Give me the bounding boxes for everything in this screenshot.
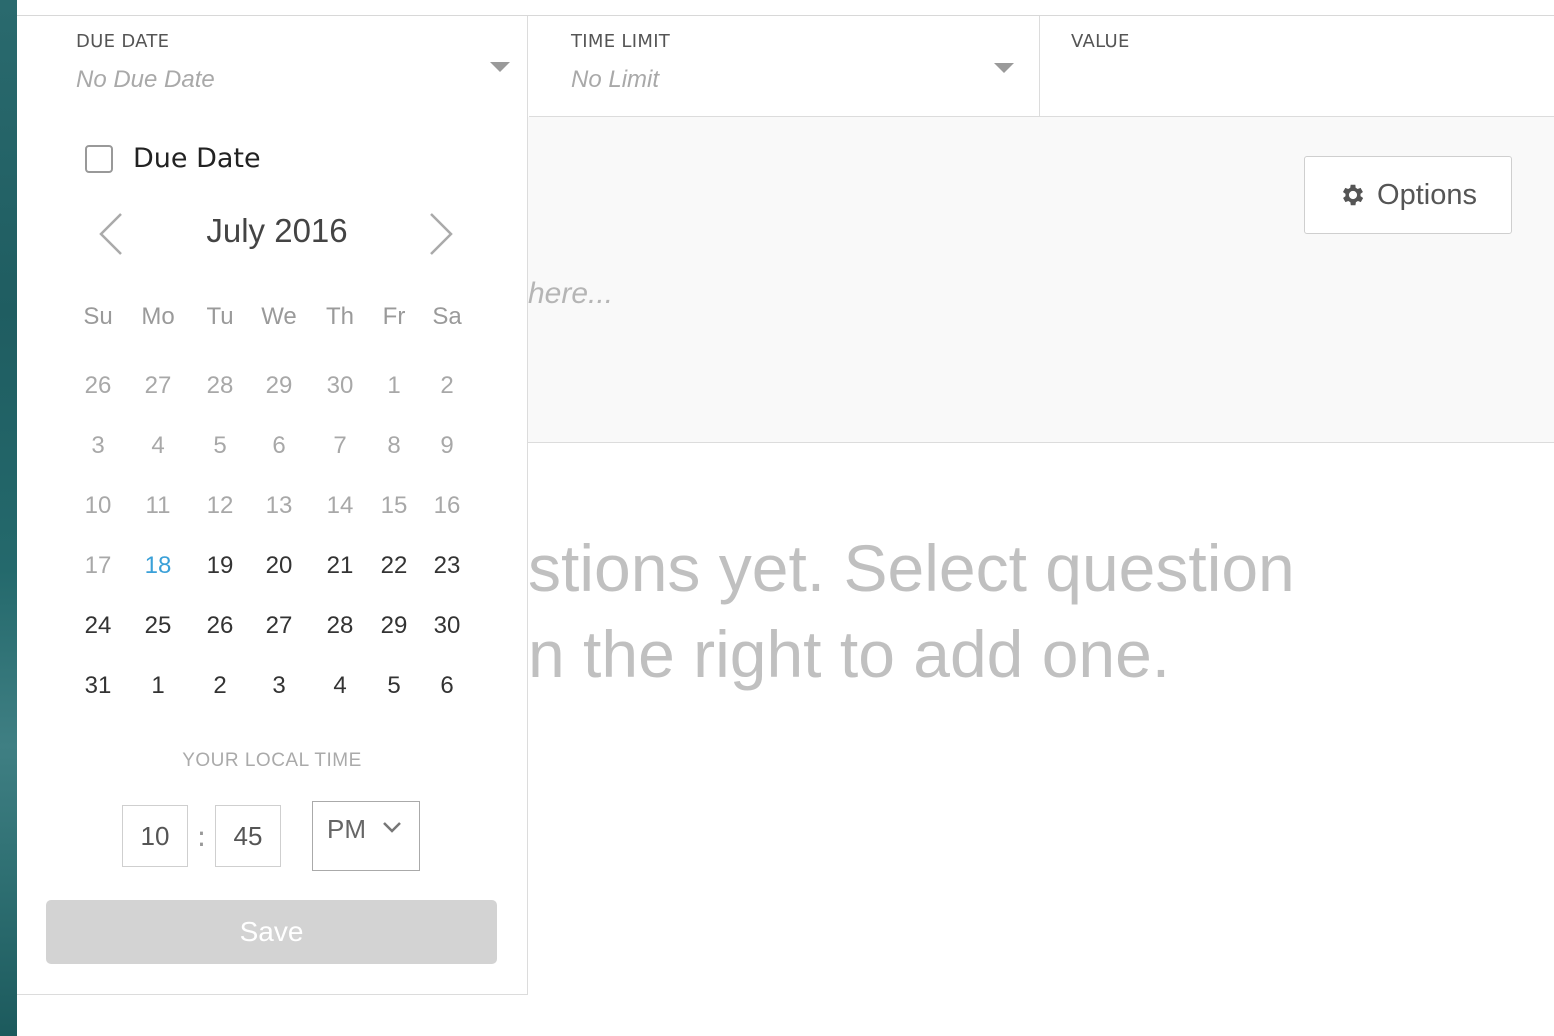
- calendar-week-row: 31 1 2 3 4 5 6: [75, 656, 473, 716]
- calendar-day-disabled: 7: [333, 432, 347, 459]
- calendar-day-disabled: 10: [84, 492, 112, 519]
- due-date-label: DUE DATE: [76, 31, 170, 52]
- calendar-week-row: 10 11 12 13 14 15 16: [75, 476, 473, 536]
- due-date-checkbox-label: Due Date: [133, 143, 261, 174]
- calendar-day[interactable]: 2: [195, 672, 245, 700]
- due-date-dropdown: DUE DATE No Due Date Due Date July 2016 …: [17, 16, 528, 995]
- minute-input[interactable]: 45: [215, 805, 281, 867]
- calendar-day[interactable]: 24: [75, 612, 121, 640]
- calendar-day-disabled: 5: [213, 432, 227, 459]
- calendar-day[interactable]: 4: [313, 672, 367, 700]
- description-panel: Options here...: [528, 117, 1554, 443]
- weekday-header: Sa: [432, 303, 462, 330]
- calendar-day-disabled: 8: [387, 432, 401, 459]
- calendar-day-disabled: 1: [387, 372, 401, 399]
- calendar-day-disabled: 2: [440, 372, 454, 399]
- empty-message-line-1: stions yet. Select question: [528, 531, 1295, 605]
- hour-input[interactable]: 10: [122, 805, 188, 867]
- calendar-day-disabled: 28: [206, 372, 234, 399]
- due-date-checkbox-row[interactable]: Due Date: [85, 143, 261, 174]
- calendar-day-disabled: 4: [151, 432, 165, 459]
- weekday-header: Mo: [141, 303, 175, 330]
- calendar-day-disabled: 6: [272, 432, 286, 459]
- weekday-header: Su: [83, 303, 113, 330]
- background-left-edge: [0, 0, 17, 1036]
- value-label: VALUE: [1071, 31, 1130, 52]
- description-placeholder[interactable]: here...: [528, 277, 613, 311]
- calendar-week-row: 17 18 19 20 21 22 23: [75, 536, 473, 596]
- time-limit-label: TIME LIMIT: [571, 31, 671, 52]
- due-date-value[interactable]: No Due Date: [76, 66, 215, 94]
- weekday-header: Fr: [382, 303, 406, 330]
- value-field[interactable]: VALUE: [1040, 16, 1554, 117]
- calendar-day[interactable]: 19: [195, 552, 245, 580]
- next-month-icon[interactable]: [417, 212, 457, 256]
- calendar-day[interactable]: 5: [367, 672, 421, 700]
- local-time-label: YOUR LOCAL TIME: [182, 750, 362, 771]
- month-navigation: July 2016: [77, 212, 477, 262]
- calendar-day-disabled: 15: [380, 492, 408, 519]
- calendar-day-disabled: 17: [84, 552, 112, 579]
- calendar-spacer: [75, 338, 473, 356]
- calendar-day[interactable]: 27: [245, 612, 313, 640]
- due-date-checkbox[interactable]: [85, 144, 113, 173]
- calendar-day[interactable]: 31: [75, 672, 121, 700]
- calendar-day-disabled: 12: [206, 492, 234, 519]
- save-button[interactable]: Save: [46, 900, 497, 964]
- calendar-grid: Su Mo Tu We Th Fr Sa 26 27 28 29 30 1 2 3 4 5 6 7 8 9 10 11 12 1…: [75, 296, 473, 716]
- calendar-day-disabled: 14: [326, 492, 354, 519]
- chevron-down-icon: [383, 822, 401, 833]
- empty-message-line-2: n the right to add one.: [528, 617, 1171, 691]
- options-label: Options: [1377, 178, 1477, 211]
- calendar-day[interactable]: 21: [313, 552, 367, 580]
- calendar-day[interactable]: 28: [313, 612, 367, 640]
- ampm-select[interactable]: PM: [312, 801, 420, 871]
- calendar-week-row: 3 4 5 6 7 8 9: [75, 416, 473, 476]
- calendar-day[interactable]: 22: [367, 552, 421, 580]
- calendar-day-disabled: 9: [440, 432, 454, 459]
- calendar-day-disabled: 27: [144, 372, 172, 399]
- calendar-day-disabled: 16: [433, 492, 461, 519]
- calendar-day[interactable]: 1: [121, 672, 195, 700]
- empty-questions-message: stions yet. Select question n the right …: [528, 525, 1528, 697]
- time-picker: 10 : 45 PM: [122, 801, 420, 871]
- calendar-week-row: 26 27 28 29 30 1 2: [75, 356, 473, 416]
- calendar-day[interactable]: 25: [121, 612, 195, 640]
- chevron-down-icon[interactable]: [490, 62, 510, 72]
- time-separator: :: [196, 819, 207, 853]
- time-limit-field[interactable]: TIME LIMIT No Limit: [529, 16, 1040, 117]
- calendar-day[interactable]: 23: [421, 552, 473, 580]
- chevron-down-icon[interactable]: [994, 63, 1014, 73]
- ampm-value: PM: [327, 814, 366, 844]
- calendar-day[interactable]: 3: [245, 672, 313, 700]
- calendar-day[interactable]: 29: [367, 612, 421, 640]
- top-divider: [17, 0, 1554, 16]
- calendar-day[interactable]: 6: [421, 672, 473, 700]
- calendar-week-row: 24 25 26 27 28 29 30: [75, 596, 473, 656]
- gear-icon: [1342, 184, 1364, 206]
- calendar-day-disabled: 11: [145, 492, 171, 519]
- calendar-day[interactable]: 30: [421, 612, 473, 640]
- calendar-day-disabled: 29: [265, 372, 293, 399]
- calendar-day-disabled: 30: [326, 372, 354, 399]
- weekday-header: Tu: [206, 303, 234, 330]
- calendar-day[interactable]: 26: [195, 612, 245, 640]
- calendar-day-disabled: 26: [84, 372, 112, 399]
- weekday-header: Th: [325, 303, 354, 330]
- calendar-day[interactable]: 20: [245, 552, 313, 580]
- weekday-header-row: Su Mo Tu We Th Fr Sa: [75, 296, 473, 338]
- weekday-header: We: [261, 303, 297, 330]
- calendar-day-disabled: 13: [265, 492, 293, 519]
- time-limit-value: No Limit: [571, 66, 660, 93]
- options-button[interactable]: Options: [1304, 156, 1512, 234]
- assignment-editor: TIME LIMIT No Limit VALUE Options here..…: [17, 0, 1554, 1036]
- calendar-day-today[interactable]: 18: [121, 552, 195, 580]
- calendar-day-disabled: 3: [91, 432, 105, 459]
